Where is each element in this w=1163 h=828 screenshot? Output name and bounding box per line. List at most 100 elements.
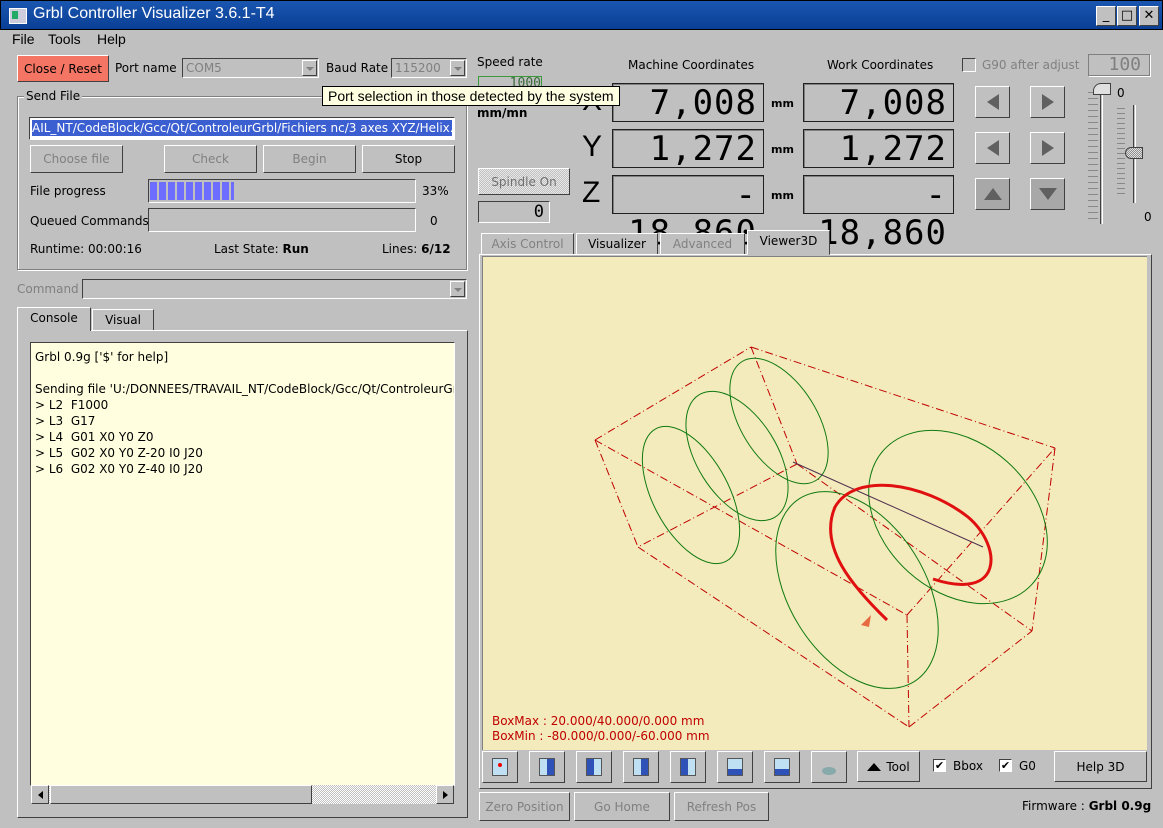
chevron-down-icon[interactable] xyxy=(302,60,317,76)
runtime-value: 00:00:16 xyxy=(88,242,142,256)
bbox-edge xyxy=(750,346,1056,449)
speed-rate-label: Speed rate xyxy=(477,55,543,69)
step-slider[interactable] xyxy=(1100,86,1103,224)
chevron-down-icon[interactable] xyxy=(450,60,465,76)
left-view-button[interactable] xyxy=(623,751,659,783)
axis-z-label: Z xyxy=(582,176,601,209)
port-name-select[interactable]: COM5 xyxy=(182,58,319,78)
front-view-icon xyxy=(539,758,555,776)
jog-z-minus-button[interactable] xyxy=(1030,178,1065,210)
chevron-down-icon[interactable] xyxy=(450,281,465,297)
tab-visual[interactable]: Visual xyxy=(92,309,154,331)
close-reset-button[interactable]: Close / Reset xyxy=(17,55,109,82)
slider-ticks-right xyxy=(1117,108,1125,196)
left-view-icon xyxy=(633,758,649,776)
viewer3d-canvas[interactable]: BoxMax : 20.000/40.000/0.000 mm BoxMin :… xyxy=(482,256,1147,750)
bbox-edge xyxy=(594,346,752,441)
speed-rate-unit: mm/mn xyxy=(477,106,528,120)
work-z-display: - 18,860 xyxy=(803,175,954,252)
title-bar: Grbl Controller Visualizer 3.6.1-T4 _ □ … xyxy=(0,0,1163,30)
tab-axis-control[interactable]: Axis Control xyxy=(481,233,574,255)
menu-tools[interactable]: Tools xyxy=(48,31,81,47)
feed-slider-handle[interactable] xyxy=(1125,147,1143,159)
stop-button[interactable]: Stop xyxy=(362,145,455,173)
command-input[interactable] xyxy=(82,279,467,299)
tab-visualizer[interactable]: Visualizer xyxy=(576,233,658,255)
lines-label: Lines: xyxy=(382,242,418,256)
step-slider-handle[interactable] xyxy=(1093,83,1111,95)
machine-coordinates-label: Machine Coordinates xyxy=(628,58,755,72)
arrow-up-icon xyxy=(867,762,882,771)
arrow-up-icon xyxy=(983,188,1002,200)
bbox-edge xyxy=(750,346,798,465)
choose-file-button[interactable]: Choose file xyxy=(30,145,123,173)
menu-help[interactable]: Help xyxy=(97,31,126,47)
right-view-icon xyxy=(680,758,696,776)
toolpath-loop xyxy=(641,425,741,565)
slider-right-bottom-value: 0 xyxy=(1144,210,1152,224)
queued-commands-bar xyxy=(148,208,416,232)
current-toolpath xyxy=(829,483,993,622)
toolpath-loop xyxy=(685,390,789,522)
baud-rate-select[interactable]: 115200 xyxy=(391,58,467,78)
iso-view-icon xyxy=(492,758,508,776)
tab-console[interactable]: Console xyxy=(17,307,91,331)
jog-x-plus-button[interactable] xyxy=(1030,86,1065,118)
arrow-right-icon xyxy=(1041,94,1054,110)
machine-z-display: - 18,860 xyxy=(612,175,764,252)
begin-button[interactable]: Begin xyxy=(263,145,356,173)
arrow-right-icon xyxy=(1041,140,1054,156)
console-line: > L6 G02 X0 Y0 Z-40 I0 J20 xyxy=(35,462,203,476)
bottom-view-icon xyxy=(774,758,790,776)
arrow-left-icon xyxy=(986,140,999,156)
bbox-checkbox[interactable]: ✔ xyxy=(933,759,946,772)
g90-after-adjust-checkbox[interactable] xyxy=(962,58,976,72)
top-view-button[interactable] xyxy=(717,751,753,783)
console-output[interactable]: Grbl 0.9g ['$' for help] Sending file 'U… xyxy=(30,342,455,786)
jog-y-minus-button[interactable] xyxy=(975,132,1010,164)
bottom-view-button[interactable] xyxy=(764,751,800,783)
refresh-pos-button[interactable]: Refresh Pos xyxy=(674,792,769,821)
app-icon xyxy=(9,8,27,24)
menu-file[interactable]: File xyxy=(12,31,35,47)
tool-label: Tool xyxy=(886,759,910,774)
box-min-text: BoxMin : -80.000/0.000/-60.000 mm xyxy=(492,729,710,743)
runtime-label: Runtime: xyxy=(30,242,85,256)
iso-view-button[interactable] xyxy=(482,751,518,783)
front-view-button[interactable] xyxy=(529,751,565,783)
g0-checkbox[interactable]: ✔ xyxy=(999,759,1012,772)
scroll-thumb[interactable] xyxy=(50,785,312,804)
scroll-right-button[interactable] xyxy=(436,785,454,804)
console-line: Sending file 'U:/DONNEES/TRAVAIL_NT/Code… xyxy=(35,382,455,396)
up-view-button[interactable] xyxy=(811,751,847,783)
spindle-on-button[interactable]: Spindle On xyxy=(478,168,570,195)
jog-z-plus-button[interactable] xyxy=(975,178,1010,210)
arrow-left-icon xyxy=(986,94,999,110)
tool-button[interactable]: Tool xyxy=(857,751,920,782)
go-home-button[interactable]: Go Home xyxy=(574,792,670,821)
check-button[interactable]: Check xyxy=(164,145,257,173)
runtime: Runtime: 00:00:16 xyxy=(30,242,142,256)
slider-left-top-value: 0 xyxy=(1117,86,1125,100)
arrow-down-icon xyxy=(1038,188,1057,200)
jog-y-plus-button[interactable] xyxy=(1030,132,1065,164)
maximize-button[interactable]: □ xyxy=(1117,6,1137,26)
zero-position-button[interactable]: Zero Position xyxy=(479,792,570,821)
bbox-edge xyxy=(594,439,639,548)
bbox-edge xyxy=(637,546,910,728)
help-3d-button[interactable]: Help 3D xyxy=(1054,751,1147,782)
baud-rate-label: Baud Rate xyxy=(326,61,389,75)
minimize-button[interactable]: _ xyxy=(1096,6,1116,26)
step-value-display: 100 xyxy=(1088,54,1150,76)
scroll-left-button[interactable] xyxy=(31,785,49,804)
console-hscrollbar[interactable] xyxy=(31,785,454,804)
tab-viewer3d[interactable]: Viewer3D xyxy=(747,230,830,255)
close-window-button[interactable]: ✕ xyxy=(1139,6,1159,26)
back-view-button[interactable] xyxy=(576,751,612,783)
file-progress-percent: 33% xyxy=(422,184,449,198)
tab-advanced[interactable]: Advanced xyxy=(660,233,745,255)
right-view-button[interactable] xyxy=(670,751,706,783)
window-title: Grbl Controller Visualizer 3.6.1-T4 xyxy=(33,5,275,22)
jog-x-minus-button[interactable] xyxy=(975,86,1010,118)
file-path-field[interactable]: AIL_NT/CodeBlock/Gcc/Qt/ControleurGrbl/F… xyxy=(29,117,455,140)
